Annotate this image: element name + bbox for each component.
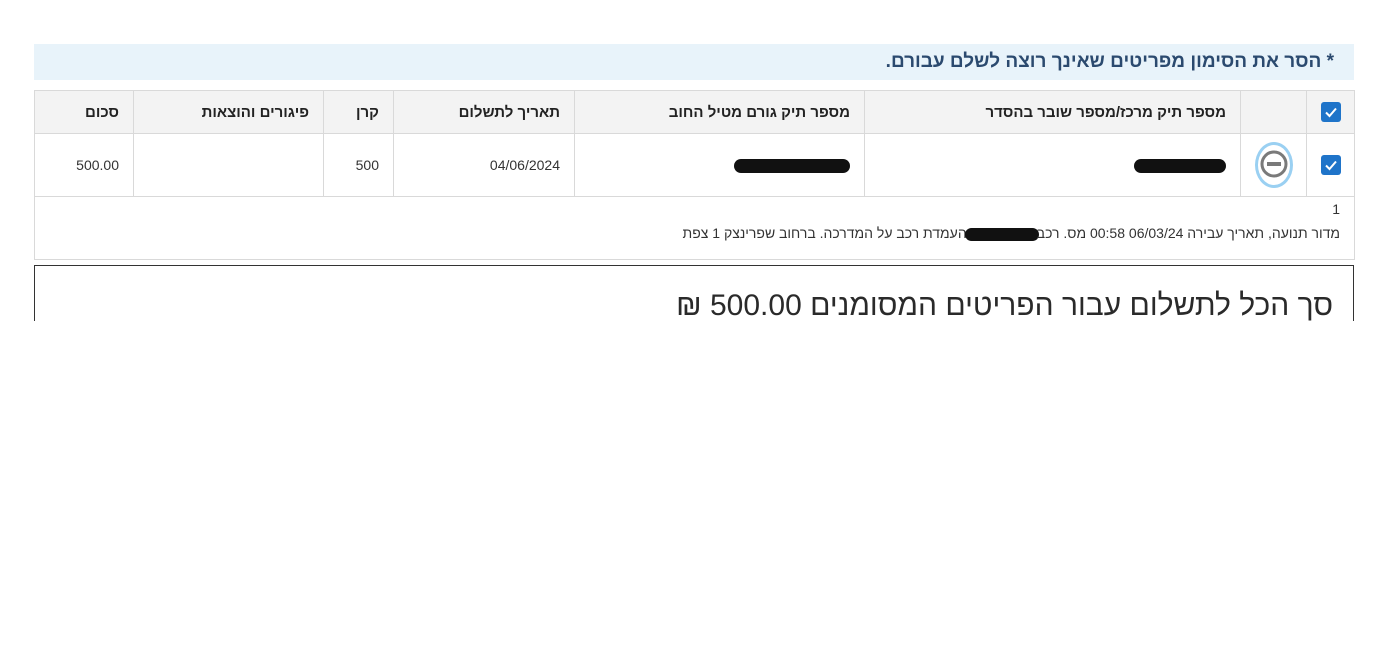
cell-due-date: 04/06/2024 — [393, 133, 575, 197]
header-principal: קרן — [323, 90, 394, 134]
details-number: 1 — [1332, 201, 1340, 217]
row-select-checkbox-icon[interactable] — [1320, 155, 1341, 175]
payment-page: * הסר את הסימון מפריטים שאינך רוצה לשלם … — [0, 0, 1376, 648]
debts-table-wrapper: מספר תיק מרכז/מספר שובר בהסדר מספר תיק ג… — [34, 90, 1355, 260]
currency-symbol: ₪ — [676, 289, 702, 321]
table-header-row: מספר תיק מרכז/מספר שובר בהסדר מספר תיק ג… — [34, 90, 1355, 134]
total-label: סך הכל לתשלום עבור הפריטים המסומנים — [810, 289, 1333, 321]
header-debt-file: מספר תיק גורם מטיל החוב — [574, 90, 865, 134]
redacted-vehicle-number — [964, 227, 1039, 241]
details-text-after: העמדת רכב על המדרכה. ברחוב שפרינצק 1 צפת — [682, 225, 967, 241]
action-header — [1240, 90, 1307, 134]
redacted-central-file — [1134, 159, 1226, 174]
debts-table: מספר תיק מרכז/מספר שובר בהסדר מספר תיק ג… — [34, 90, 1355, 260]
table-row-details: 1 מדור תנועה, תאריך עבירה 06/03/24 00:58… — [34, 196, 1355, 260]
header-amount: סכום — [34, 90, 134, 134]
header-due-date: תאריך לתשלום — [393, 90, 575, 134]
details-cell: 1 מדור תנועה, תאריך עבירה 06/03/24 00:58… — [34, 196, 1355, 260]
cell-debt-file — [574, 133, 865, 197]
total-amount: 500.00 — [710, 289, 802, 321]
uncheck-notice: * הסר את הסימון מפריטים שאינך רוצה לשלם … — [34, 44, 1354, 80]
cell-central-file — [864, 133, 1241, 197]
details-text-before: מדור תנועה, תאריך עבירה 06/03/24 00:58 מ… — [1036, 225, 1340, 241]
cell-principal: 500 — [323, 133, 394, 197]
row-select-cell — [1306, 133, 1355, 197]
table-row: 04/06/2024 500 500.00 — [34, 133, 1355, 197]
cell-fees — [133, 133, 324, 197]
row-action-cell — [1240, 133, 1307, 197]
minus-circle-icon — [1260, 150, 1287, 178]
total-summary: סך הכל לתשלום עבור הפריטים המסומנים 500.… — [34, 265, 1354, 321]
header-fees: פיגורים והוצאות — [133, 90, 324, 134]
remove-item-button[interactable] — [1254, 142, 1293, 188]
header-central-file: מספר תיק מרכז/מספר שובר בהסדר — [864, 90, 1241, 134]
details-text: מדור תנועה, תאריך עבירה 06/03/24 00:58 מ… — [49, 221, 1340, 245]
select-all-cell — [1306, 90, 1355, 134]
select-all-checkbox-icon[interactable] — [1320, 102, 1341, 122]
redacted-debt-file — [734, 159, 850, 174]
cell-amount: 500.00 — [34, 133, 134, 197]
